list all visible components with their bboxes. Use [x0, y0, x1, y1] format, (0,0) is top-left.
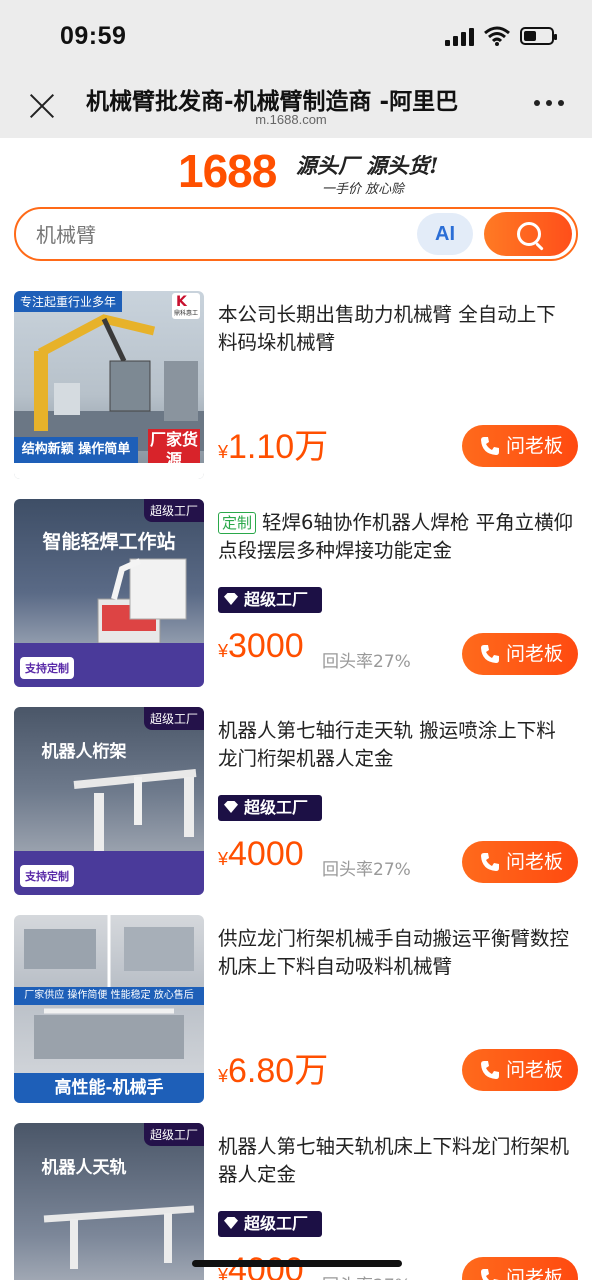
product-card[interactable]: 厂家供应 操作简便 性能稳定 放心售后 高性能-机械手 供应龙门桁架机械手自动搬…	[0, 915, 592, 1123]
product-image[interactable]: 超级工厂 机器人天轨	[14, 1123, 204, 1280]
phone-icon	[481, 1269, 499, 1280]
battery-icon	[520, 27, 557, 45]
thumb-tag: 专注起重行业多年	[14, 291, 123, 312]
product-title[interactable]: 供应龙门桁架机械手自动搬运平衡臂数控机床上下料自动吸料机械臂	[218, 925, 574, 981]
thumb-logo: K 鼎科惠工	[172, 293, 200, 319]
phone-icon	[481, 853, 499, 871]
product-price: ¥6.80万	[218, 1052, 329, 1090]
thumb-caption-bar: 结构新颖 操作简单	[14, 437, 138, 463]
status-time: 09:59	[60, 22, 127, 50]
thumb-strip: 厂家供应 操作简便 性能稳定 放心售后	[14, 987, 204, 1005]
cellular-signal-icon	[445, 26, 474, 46]
site-logo[interactable]: 1688 源头厂 源头货! 一手价 放心赊	[0, 138, 592, 206]
product-image[interactable]: 超级工厂 智能轻焊工作站 支持定制	[14, 499, 204, 687]
sky-rail-robot-picture	[43, 1205, 195, 1269]
product-card[interactable]: 超级工厂 智能轻焊工作站 支持定制 定制 轻焊6轴协作机器人焊枪 平角立横仰点段摆…	[0, 499, 592, 707]
thumb-support-label: 支持定制	[20, 865, 74, 887]
logo-subslogan: 一手价 放心赊	[322, 182, 405, 197]
ask-seller-button[interactable]: 问老板	[462, 841, 578, 883]
close-icon[interactable]	[26, 90, 58, 122]
thumb-footer	[14, 463, 204, 479]
super-factory-badge: 超级工厂	[218, 587, 322, 613]
product-price: ¥1.10万	[218, 428, 329, 466]
ask-seller-button[interactable]: 问老板	[462, 633, 578, 675]
wifi-icon	[484, 26, 510, 46]
product-card[interactable]: 超级工厂 机器人桁架 支持定制 机器人第七轴行走天轨 搬运喷涂上下料龙门桁架机器…	[0, 707, 592, 915]
status-icons	[445, 26, 557, 46]
product-price: ¥3000	[218, 627, 304, 665]
product-title[interactable]: 定制 轻焊6轴协作机器人焊枪 平角立横仰点段摆层多种焊接功能定金	[218, 509, 574, 565]
repeat-rate: 回头率27%	[322, 860, 411, 880]
browser-nav-bar: 机械臂批发商-机械臂制造商 -阿里巴 m.1688.com	[0, 76, 592, 138]
product-title[interactable]: 机器人第七轴天轨机床上下料龙门桁架机器人定金	[218, 1133, 574, 1189]
product-price: ¥4000	[218, 835, 304, 873]
page-url: m.1688.com	[255, 112, 327, 127]
search-bar: AI	[14, 207, 578, 261]
super-factory-badge: 超级工厂	[218, 795, 322, 821]
more-options-icon[interactable]	[534, 100, 564, 106]
logo-slogan: 源头厂 源头货!	[296, 153, 439, 178]
status-bar: 09:59	[0, 0, 592, 76]
ask-seller-button[interactable]: 问老板	[462, 425, 578, 467]
repeat-rate: 回头率27%	[322, 652, 411, 672]
product-image[interactable]: 厂家供应 操作简便 性能稳定 放心售后 高性能-机械手	[14, 915, 204, 1103]
search-button[interactable]	[484, 212, 572, 256]
product-title[interactable]: 机器人第七轴行走天轨 搬运喷涂上下料龙门桁架机器人定金	[218, 717, 574, 773]
thumb-caption: 高性能-机械手	[14, 1073, 204, 1103]
product-title[interactable]: 本公司长期出售助力机械臂 全自动上下料码垛机械臂	[218, 301, 574, 357]
logo-brand: 1688	[178, 145, 277, 197]
super-factory-badge: 超级工厂	[218, 1211, 322, 1237]
thumb-support-label: 支持定制	[20, 657, 74, 679]
product-image[interactable]: 超级工厂 机器人桁架 支持定制	[14, 707, 204, 895]
phone-icon	[481, 437, 499, 455]
product-card[interactable]: 专注起重行业多年 K 鼎科惠工 结构新颖 操作简单 厂家货源 本公司长期出售助力…	[0, 291, 592, 499]
search-input[interactable]	[36, 221, 396, 245]
repeat-rate: 回头率27%	[322, 1271, 411, 1280]
product-image[interactable]: 专注起重行业多年 K 鼎科惠工 结构新颖 操作简单 厂家货源	[14, 291, 204, 479]
ask-seller-button[interactable]: 问老板	[462, 1049, 578, 1091]
ai-search-button[interactable]: AI	[417, 213, 473, 255]
ask-seller-button[interactable]: 问老板	[462, 1257, 578, 1280]
product-card[interactable]: 超级工厂 机器人天轨 机器人第七轴天轨机床上下料龙门桁架机器人定金 超级工厂 ¥…	[0, 1123, 592, 1280]
home-indicator[interactable]	[192, 1260, 402, 1267]
phone-icon	[481, 1061, 499, 1079]
page-title: 机械臂批发商-机械臂制造商 -阿里巴	[86, 89, 459, 115]
phone-icon	[481, 645, 499, 663]
custom-tag: 定制	[218, 512, 257, 534]
